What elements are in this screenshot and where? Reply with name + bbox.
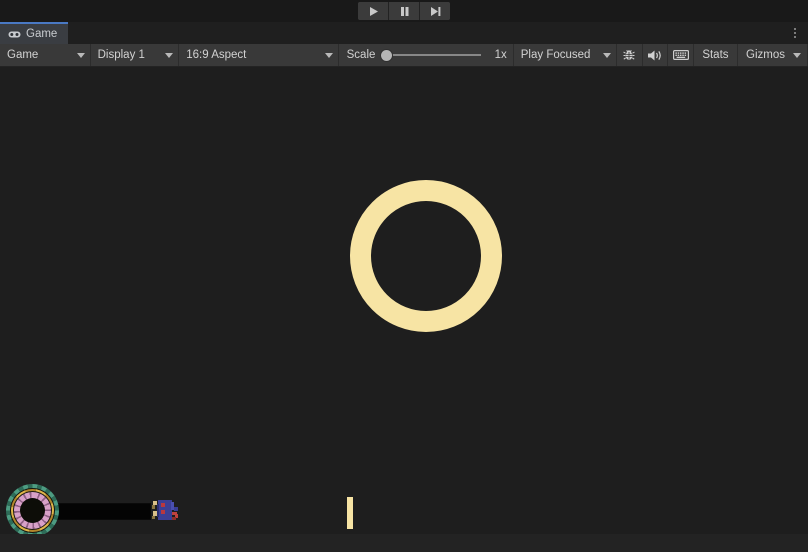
audio-focus-label: Play Focused bbox=[520, 49, 591, 61]
pause-icon bbox=[400, 6, 408, 16]
step-icon bbox=[430, 6, 440, 16]
aspect-selector[interactable]: 16:9 Aspect bbox=[179, 44, 339, 66]
play-control-bar bbox=[0, 0, 808, 22]
mute-audio-button[interactable] bbox=[643, 44, 669, 66]
vertical-bar-sprite bbox=[347, 497, 353, 529]
chevron-down-icon bbox=[324, 52, 333, 58]
tab-game-label: Game bbox=[26, 28, 58, 41]
display-selector-label: Display 1 bbox=[97, 49, 145, 61]
scale-slider-track bbox=[387, 54, 481, 56]
keyboard-input-button[interactable] bbox=[668, 44, 694, 66]
view-selector[interactable]: Game bbox=[0, 44, 91, 66]
stats-button[interactable]: Stats bbox=[694, 44, 739, 66]
scale-value: 1x bbox=[494, 49, 507, 61]
chevron-down-icon bbox=[793, 52, 802, 58]
scale-slider-knob[interactable] bbox=[381, 50, 393, 61]
play-controls-group bbox=[358, 2, 450, 20]
unity-game-window: Game Game Display 1 16:9 Aspect Scale 1x bbox=[0, 0, 808, 552]
tab-row-spacer bbox=[68, 22, 786, 44]
speaker-icon bbox=[647, 50, 661, 60]
scale-label: Scale bbox=[346, 49, 376, 61]
aspect-selector-label: 16:9 Aspect bbox=[186, 49, 247, 61]
pause-button[interactable] bbox=[389, 2, 420, 20]
play-button[interactable] bbox=[358, 2, 389, 20]
gamepad-icon bbox=[8, 31, 21, 37]
gizmos-button[interactable]: Gizmos bbox=[738, 44, 808, 66]
chevron-down-icon bbox=[603, 52, 612, 58]
scale-slider[interactable] bbox=[381, 49, 482, 61]
enemy-tail-pixel bbox=[172, 517, 176, 520]
audio-focus-selector[interactable]: Play Focused bbox=[514, 44, 618, 66]
stats-label: Stats bbox=[702, 49, 729, 61]
portrait-center bbox=[20, 498, 45, 523]
enemy-body-pixel bbox=[157, 504, 159, 517]
game-view-toolbar: Game Display 1 16:9 Aspect Scale 1x Play… bbox=[0, 44, 808, 67]
health-bar bbox=[56, 503, 151, 520]
enemy-eye-pixel bbox=[161, 510, 165, 514]
tab-game[interactable]: Game bbox=[0, 22, 69, 44]
keyboard-icon bbox=[672, 50, 689, 60]
kebab-menu-icon[interactable] bbox=[786, 22, 804, 44]
chevron-down-icon bbox=[76, 52, 85, 58]
diagnostics-button[interactable] bbox=[617, 44, 643, 66]
display-selector[interactable]: Display 1 bbox=[91, 44, 180, 66]
gizmos-label: Gizmos bbox=[746, 49, 786, 61]
enemy-accent-pixel bbox=[174, 507, 178, 511]
chevron-down-icon bbox=[165, 52, 174, 58]
scale-control[interactable]: Scale 1x bbox=[339, 44, 514, 66]
view-selector-label: Game bbox=[7, 49, 39, 61]
step-button[interactable] bbox=[420, 2, 450, 20]
ring-sprite bbox=[350, 180, 502, 332]
bug-icon bbox=[623, 50, 636, 60]
game-viewport[interactable] bbox=[0, 67, 808, 552]
enemy-sprite bbox=[150, 499, 180, 525]
enemy-eye-pixel bbox=[161, 503, 165, 507]
play-icon bbox=[369, 6, 378, 16]
enemy-staff-pixel bbox=[152, 516, 155, 519]
player-portrait bbox=[6, 484, 59, 537]
game-view-bottom-strip bbox=[0, 534, 808, 552]
enemy-staff-pixel bbox=[152, 505, 155, 509]
tab-row: Game bbox=[0, 22, 808, 44]
